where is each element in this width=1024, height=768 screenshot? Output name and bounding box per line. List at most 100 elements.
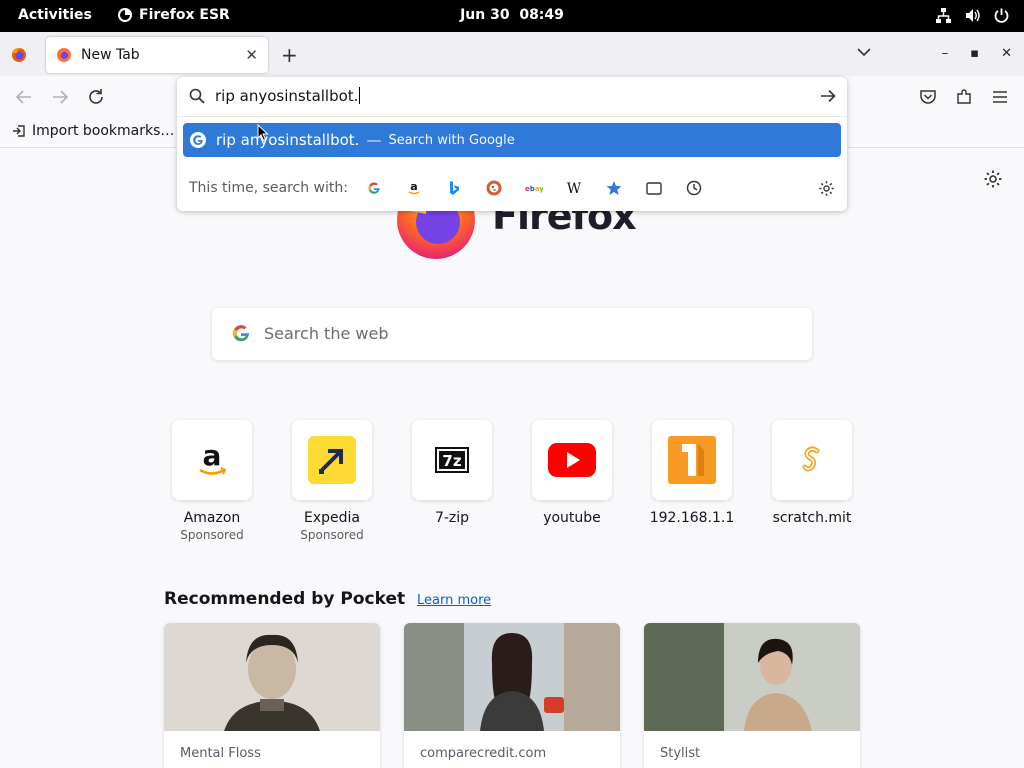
expedia-icon xyxy=(308,436,356,484)
tab-title: New Tab xyxy=(81,47,140,63)
reload-button[interactable] xyxy=(85,86,107,108)
tile-icon-box xyxy=(292,420,372,500)
power-icon xyxy=(994,8,1009,23)
extensions-button[interactable] xyxy=(953,86,975,108)
tile-icon-box: 7z xyxy=(412,420,492,500)
pocket-button[interactable] xyxy=(917,86,939,108)
google-icon xyxy=(190,132,206,148)
new-tab-button[interactable]: + xyxy=(281,43,298,67)
pocket-card[interactable]: comparecredit.com xyxy=(404,623,620,768)
app-menu[interactable]: Firefox ESR xyxy=(117,7,230,23)
system-tray[interactable] xyxy=(935,7,1010,24)
import-icon xyxy=(13,125,25,137)
svg-text:a: a xyxy=(410,180,417,193)
minimize-icon[interactable]: – xyxy=(942,46,949,61)
duckduckgo-icon[interactable] xyxy=(483,178,505,198)
google-icon[interactable] xyxy=(363,178,385,198)
close-tab-icon[interactable]: ✕ xyxy=(245,46,258,64)
clock-time[interactable]: 08:49 xyxy=(519,7,564,23)
tile-title: 7-zip xyxy=(434,510,470,526)
tab-strip: New Tab ✕ + – ▪ ✕ xyxy=(0,32,1024,76)
tile-title: 192.168.1.1 xyxy=(649,510,735,526)
search-suggestion-row[interactable]: rip anyosinstallbot. — Search with Googl… xyxy=(183,123,841,157)
window-controls: – ▪ ✕ xyxy=(942,46,1012,61)
bing-icon[interactable] xyxy=(443,178,465,198)
pocket-icon xyxy=(920,90,936,104)
tile-icon-box xyxy=(532,420,612,500)
search-settings-icon[interactable] xyxy=(815,178,837,198)
top-sites: a Amazon Sponsored Expedia Sponsored 7z … xyxy=(152,420,872,550)
top-site-tile[interactable]: 192.168.1.1 xyxy=(632,420,752,526)
chevron-down-icon[interactable] xyxy=(856,44,872,60)
tile-icon-box xyxy=(772,420,852,500)
pocket-learn-more-link[interactable]: Learn more xyxy=(417,593,491,608)
pocket-card[interactable]: Stylist xyxy=(644,623,860,768)
import-bookmarks-label: Import bookmarks… xyxy=(32,123,175,139)
arrow-right-icon xyxy=(53,90,69,104)
address-input-value: rip anyosinstallbot. xyxy=(215,87,359,105)
system-top-bar: Activities Firefox ESR Jun 30 08:49 xyxy=(0,0,1024,32)
back-button[interactable] xyxy=(13,86,35,108)
app-name: Firefox ESR xyxy=(139,7,230,23)
top-site-tile[interactable]: a Amazon Sponsored xyxy=(152,420,272,542)
top-site-tile[interactable]: scratch.mit xyxy=(752,420,872,526)
tile-title: Expedia xyxy=(304,510,360,526)
forward-button[interactable] xyxy=(49,86,71,108)
story-image xyxy=(404,623,620,731)
newtab-search-box[interactable] xyxy=(212,308,812,360)
svg-text:7z: 7z xyxy=(442,452,461,470)
ebay-icon[interactable]: ebay xyxy=(523,178,545,198)
tabs-icon[interactable] xyxy=(643,178,665,198)
network-icon xyxy=(936,8,951,23)
tab-new-tab[interactable]: New Tab ✕ xyxy=(46,37,268,73)
tile-icon-box: a xyxy=(172,420,252,500)
svg-text:ebay: ebay xyxy=(525,185,543,193)
story-source: Mental Floss xyxy=(180,746,261,761)
gear-icon[interactable] xyxy=(983,169,1003,189)
close-window-icon[interactable]: ✕ xyxy=(1001,46,1012,61)
app-menu-button[interactable] xyxy=(989,86,1011,108)
top-site-tile[interactable]: 7z 7-zip xyxy=(392,420,512,526)
address-bar[interactable]: rip anyosinstallbot. xyxy=(177,77,847,117)
tile-icon-box xyxy=(652,420,732,500)
wikipedia-icon[interactable]: W xyxy=(563,178,585,198)
newtab-search-input[interactable] xyxy=(264,320,784,346)
story-image xyxy=(644,623,860,731)
maximize-icon[interactable]: ▪ xyxy=(970,46,979,61)
firefox-view-icon[interactable] xyxy=(8,44,30,66)
svg-text:W: W xyxy=(567,181,582,195)
history-icon[interactable] xyxy=(683,178,705,198)
firefox-favicon-icon xyxy=(57,48,71,62)
pocket-card[interactable]: Mental Floss xyxy=(164,623,380,768)
tile-sponsored-label: Sponsored xyxy=(300,528,364,542)
story-source: comparecredit.com xyxy=(420,746,547,761)
tile-sponsored-label: Sponsored xyxy=(180,528,244,542)
activities-button[interactable]: Activities xyxy=(18,7,92,23)
pocket-heading: Recommended by Pocket xyxy=(164,589,406,609)
arrow-right-icon[interactable] xyxy=(819,87,837,105)
import-bookmarks-button[interactable]: Import bookmarks… xyxy=(12,123,174,139)
volume-icon xyxy=(966,9,980,22)
address-input[interactable]: rip anyosinstallbot. xyxy=(215,87,361,105)
tile-title: youtube xyxy=(543,510,601,526)
suggestion-separator: — xyxy=(366,131,382,149)
urlbar-popup: rip anyosinstallbot. rip anyosinstallbot… xyxy=(177,77,847,211)
top-site-tile[interactable]: Expedia Sponsored xyxy=(272,420,392,542)
amazon-icon: a xyxy=(199,440,227,475)
reload-icon xyxy=(89,89,103,104)
text-caret xyxy=(359,87,361,104)
tile-title: scratch.mit xyxy=(772,510,852,526)
letter-1-icon xyxy=(668,436,716,484)
puzzle-icon xyxy=(957,89,971,104)
scratch-icon xyxy=(802,446,820,472)
clock-date[interactable]: Jun 30 xyxy=(460,7,510,23)
one-off-search-row: This time, search with: a ebay W xyxy=(177,169,847,207)
mouse-cursor xyxy=(257,124,269,142)
story-image xyxy=(164,623,380,731)
suggestion-action: Search with Google xyxy=(388,132,515,148)
search-icon xyxy=(189,88,205,104)
amazon-icon[interactable]: a xyxy=(403,178,425,198)
top-site-tile[interactable]: youtube xyxy=(512,420,632,526)
tile-title: Amazon xyxy=(183,510,241,526)
bookmarks-icon[interactable] xyxy=(603,178,625,198)
